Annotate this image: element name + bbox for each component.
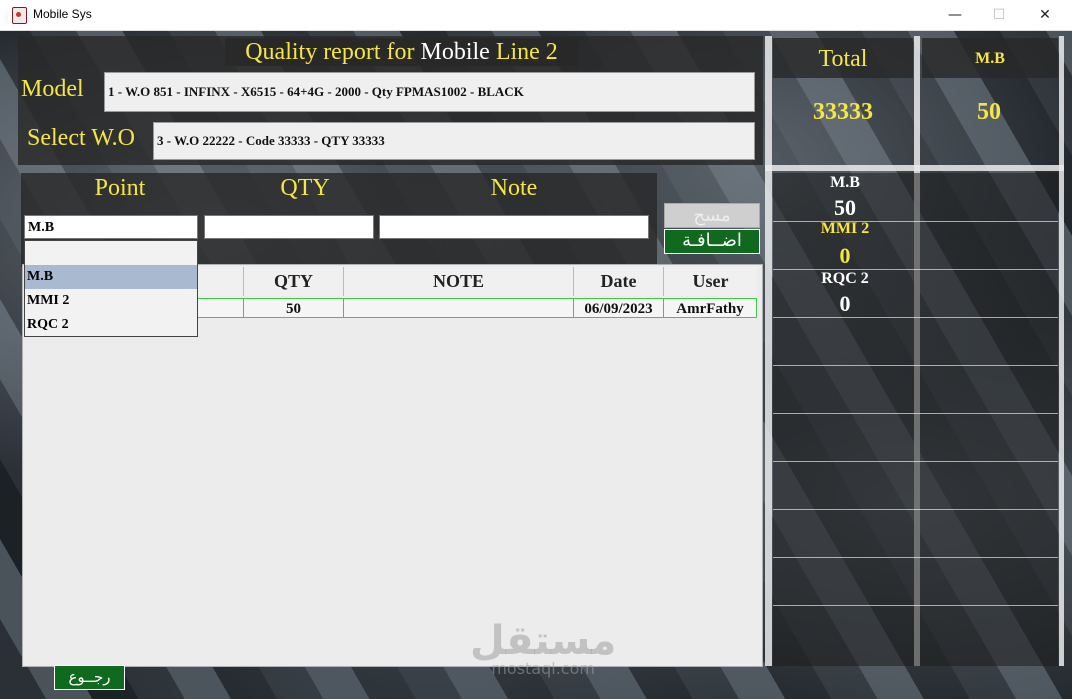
point-dropdown-list[interactable]: M.B MMI 2 RQC 2 (24, 240, 198, 337)
maximize-button[interactable]: ☐ (976, 0, 1022, 30)
qty-label: QTY (280, 175, 330, 201)
divider-right (1059, 36, 1064, 666)
back-button[interactable]: رجــوع (54, 665, 125, 690)
model-label: Model (21, 76, 84, 102)
dropdown-option-mb[interactable]: M.B (25, 265, 197, 289)
app-body: Quality report for Mobile Line 2 Model 1… (0, 31, 1072, 699)
watermark-main: مستقل (470, 618, 617, 664)
add-button[interactable]: اضــافـة (664, 229, 760, 254)
close-button[interactable]: ✕ (1022, 0, 1068, 30)
grid-header-user[interactable]: User (664, 267, 757, 296)
total-value: 33333 (813, 99, 873, 125)
table-row-cell-note[interactable] (344, 298, 574, 318)
point-label: Point (94, 175, 146, 201)
wo-label: Select W.O (27, 125, 135, 151)
note-label: Note (490, 175, 538, 201)
watermark-sub: mostaql.com (491, 659, 595, 678)
grid-header-date[interactable]: Date (574, 267, 664, 296)
delete-button[interactable]: مسح (664, 203, 760, 228)
divider-left (765, 36, 772, 666)
wo-select[interactable]: 3 - W.O 22222 - Code 33333 - QTY 33333 (153, 122, 755, 160)
total-label: Total (818, 46, 868, 72)
table-row-cell-qty[interactable]: 50 (244, 298, 344, 318)
grid-header-qty[interactable]: QTY (244, 267, 344, 296)
app-icon (12, 7, 27, 24)
report-title-prefix: Quality report for (245, 39, 421, 65)
model-select[interactable]: 1 - W.O 851 - INFINX - X6515 - 64+4G - 2… (104, 72, 755, 112)
mb-label: M.B (975, 50, 1005, 67)
note-input[interactable] (379, 215, 649, 239)
report-title: Quality report for Mobile Line 2 (225, 38, 578, 66)
divider-horizontal (765, 165, 1064, 171)
summary-mmi-value: 0 (839, 243, 851, 268)
window-title: Mobile Sys (33, 7, 92, 21)
summary-rqc-label: RQC 2 (821, 270, 869, 287)
summary-mmi-label: MMI 2 (820, 220, 870, 237)
table-row-cell-user[interactable]: AmrFathy (664, 298, 757, 318)
summary-rqc-value: 0 (839, 291, 851, 316)
minimize-button[interactable]: — (932, 0, 978, 30)
mb-value: 50 (977, 99, 1001, 125)
dropdown-option-mmi2[interactable]: MMI 2 (25, 289, 197, 313)
qty-input[interactable] (204, 215, 374, 239)
report-title-mobile: Mobile (420, 39, 490, 65)
summary-mb-value: 50 (834, 195, 856, 220)
summary-mb-label: M.B (830, 174, 860, 191)
report-title-line: Line 2 (489, 39, 558, 65)
table-row-cell-date[interactable]: 06/09/2023 (574, 298, 664, 318)
grid-header-note[interactable]: NOTE (344, 267, 574, 296)
dropdown-option-rqc2[interactable]: RQC 2 (25, 313, 197, 337)
title-bar: Mobile Sys — ☐ ✕ (0, 0, 1072, 31)
watermark: مستقل mostaql.com (470, 621, 616, 677)
point-combobox[interactable]: M.B (24, 215, 198, 239)
